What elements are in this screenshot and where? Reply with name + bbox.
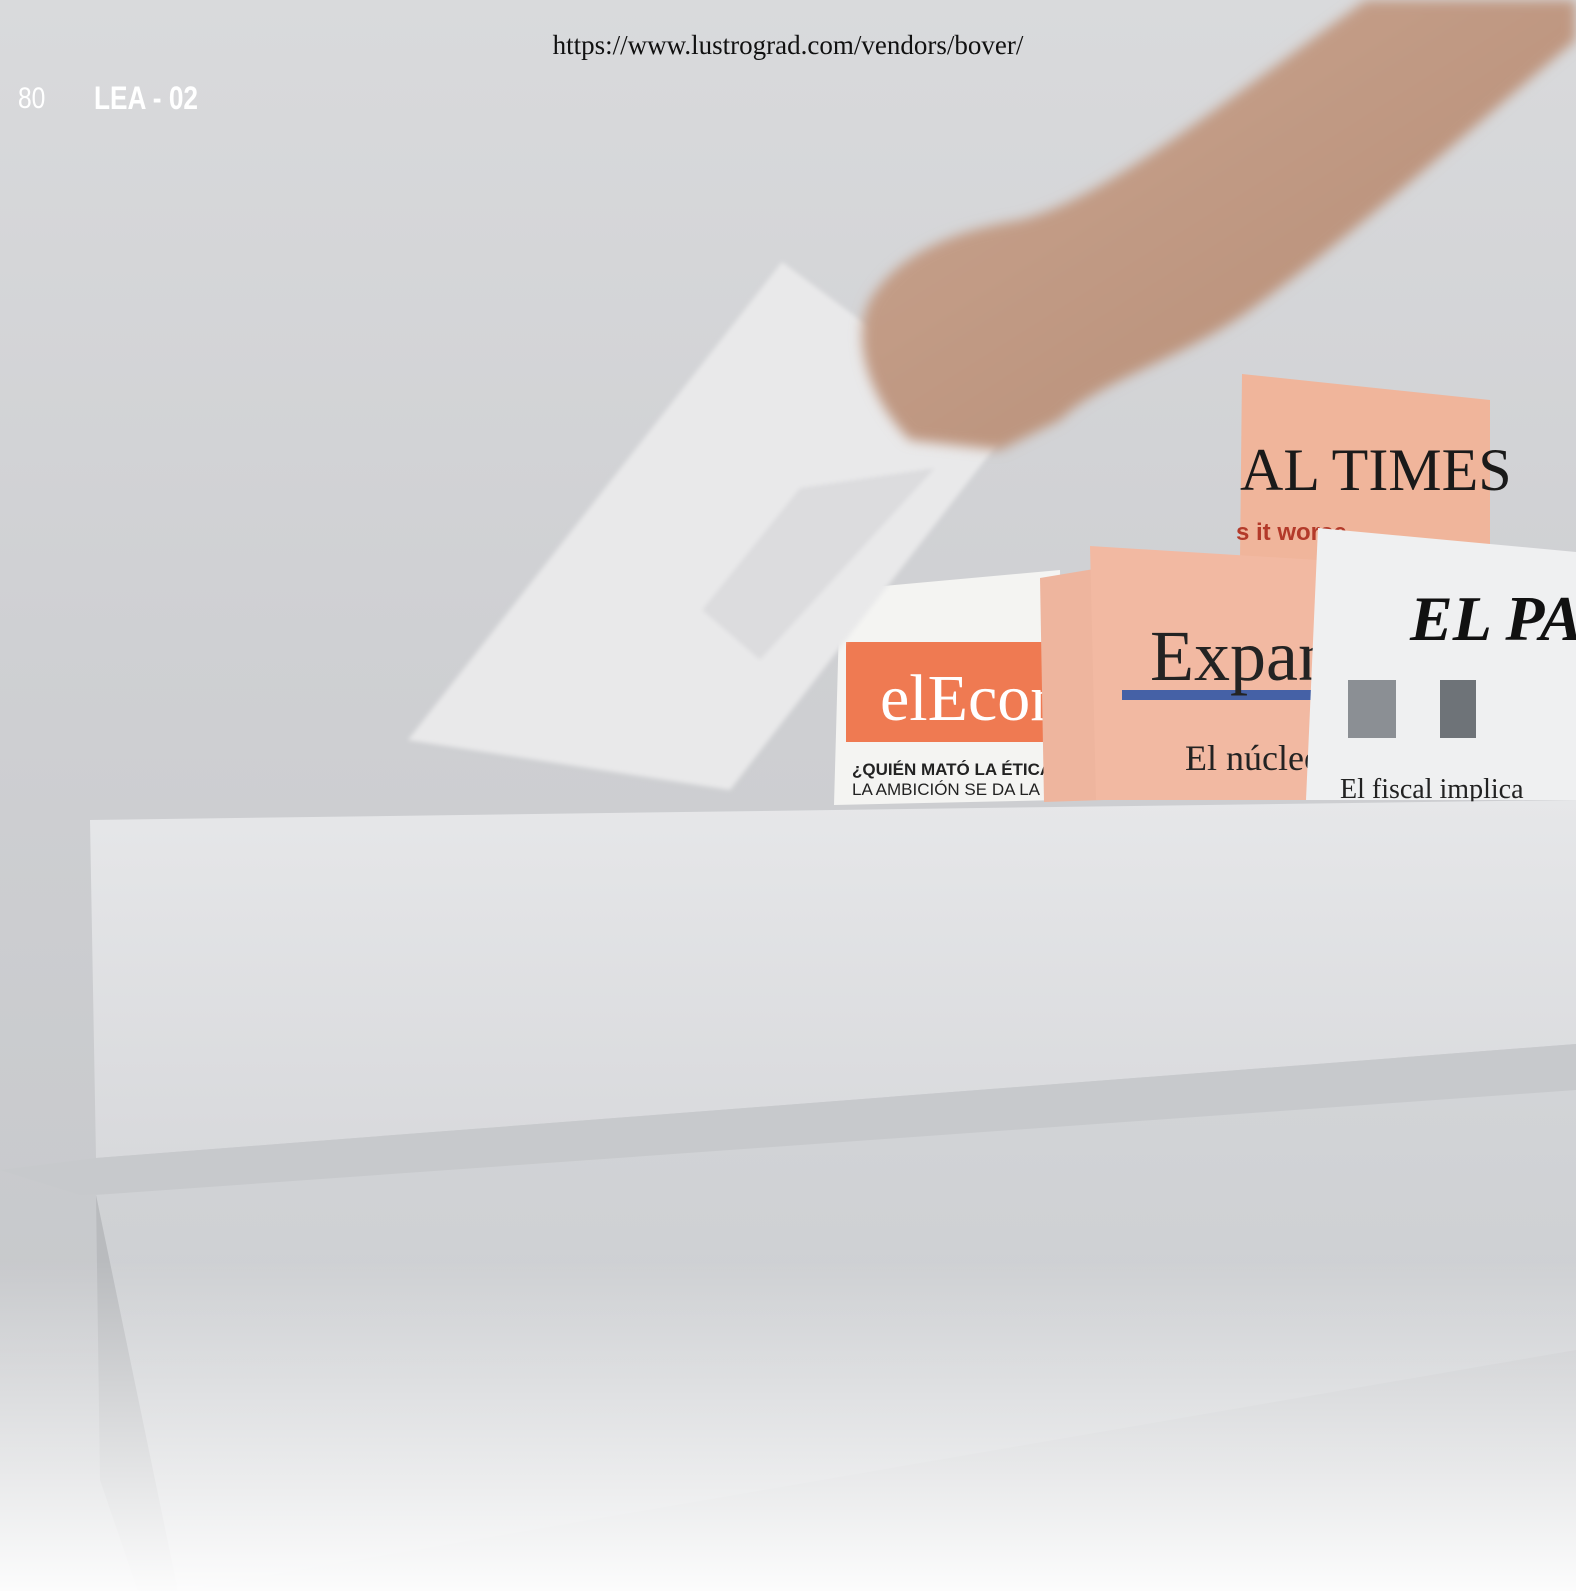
- economista-masthead: elEcon: [880, 662, 1063, 735]
- hand: [862, 0, 1576, 450]
- product-photo: AL TIMES s it worse elEcon ¿QUIÉN MATÓ L…: [0, 0, 1576, 1591]
- newspaper-financial-times: AL TIMES s it worse: [1236, 374, 1512, 560]
- el-pais-masthead: EL PAÍS: [1409, 583, 1576, 654]
- expansion-masthead: Expan: [1150, 616, 1334, 696]
- el-pais-headline: El fiscal implica: [1340, 774, 1524, 805]
- ft-headline: AL TIMES: [1240, 437, 1512, 503]
- newspaper-el-pais: EL PAÍS El fiscal implica: [1306, 528, 1576, 805]
- magazine-shelf: [0, 800, 1576, 1591]
